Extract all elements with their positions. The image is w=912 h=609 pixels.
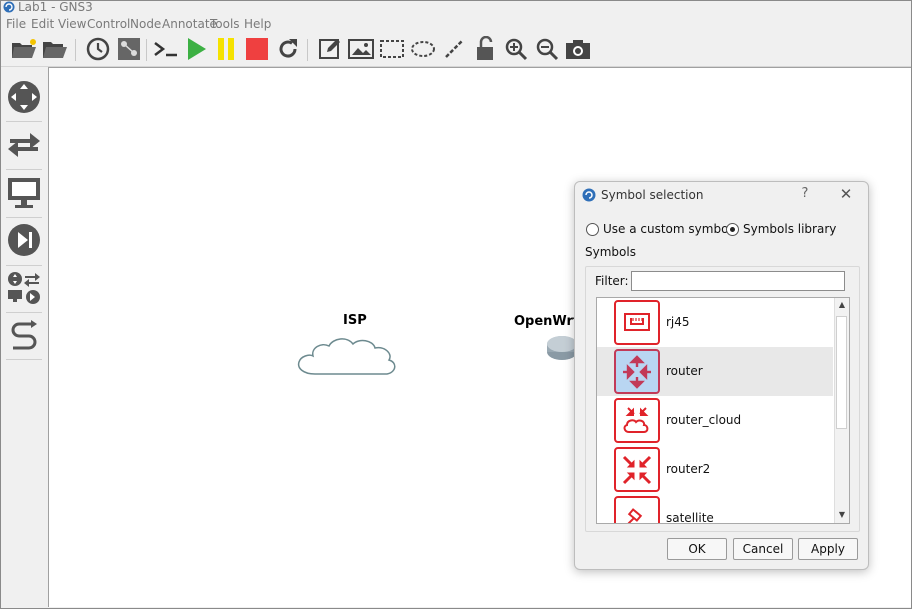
lock-icon[interactable] (471, 35, 499, 63)
radio-symbols-library[interactable] (726, 223, 739, 236)
radio-custom-symbol[interactable] (586, 223, 599, 236)
menu-help[interactable]: Help (244, 16, 271, 32)
menu-tools[interactable]: Tools (210, 16, 240, 32)
filter-input[interactable] (631, 271, 845, 291)
menu-annotate[interactable]: Annotate (162, 16, 217, 32)
list-item[interactable]: router2 (597, 445, 833, 494)
gns3-app-icon (582, 188, 596, 202)
satellite-icon (614, 496, 660, 523)
menu-control[interactable]: Control (87, 16, 130, 32)
menu-file[interactable]: File (6, 16, 26, 32)
router2-icon (614, 447, 660, 492)
gns3-app-icon (3, 1, 15, 13)
stop-icon[interactable] (243, 35, 271, 63)
list-item[interactable]: satellite (597, 494, 833, 524)
insert-image-icon[interactable] (347, 35, 375, 63)
symbol-name: router_cloud (666, 413, 742, 427)
open-project-icon[interactable] (10, 35, 38, 63)
list-item[interactable]: router (597, 347, 833, 396)
screenshot-icon[interactable] (564, 35, 592, 63)
menu-bar: File Edit View Control Node Annotate Too… (0, 15, 912, 33)
dialog-close-button[interactable]: ✕ (837, 185, 855, 203)
symbol-selection-dialog: Symbol selection ? ✕ Use a custom symbol… (574, 181, 869, 570)
end-devices-icon[interactable] (4, 172, 44, 214)
add-note-icon[interactable] (316, 35, 344, 63)
symbols-group-label: Symbols (585, 245, 636, 259)
node-label-isp[interactable]: ISP (343, 313, 367, 328)
symbol-name: rj45 (666, 315, 690, 329)
router-symbol-icon (614, 349, 660, 394)
main-toolbar (0, 33, 912, 67)
routers-icon[interactable] (4, 76, 44, 118)
dialog-titlebar: Symbol selection ? ✕ (575, 182, 868, 210)
open-folder-icon[interactable] (41, 35, 69, 63)
list-scrollbar[interactable]: ▲ ▼ (834, 298, 849, 523)
router-cloud-icon (614, 398, 660, 443)
scroll-up-icon[interactable]: ▲ (837, 300, 847, 310)
list-item[interactable]: router_cloud (597, 396, 833, 445)
rj45-icon (614, 300, 660, 345)
zoom-in-icon[interactable] (502, 35, 530, 63)
filter-label: Filter: (595, 274, 629, 288)
menu-node[interactable]: Node (130, 16, 161, 32)
apply-button[interactable]: Apply (798, 538, 858, 560)
symbols-list[interactable]: rj45 router router_cloud router2 satelli… (596, 297, 850, 524)
dialog-help-button[interactable]: ? (797, 186, 813, 201)
window-titlebar: Lab1 - GNS3 (0, 0, 912, 15)
window-title: Lab1 - GNS3 (18, 0, 93, 14)
scrollbar-thumb[interactable] (836, 316, 847, 429)
security-devices-icon[interactable] (4, 219, 44, 261)
device-dock (0, 67, 46, 607)
radio-custom-symbol-label[interactable]: Use a custom symbol (603, 222, 732, 236)
list-item[interactable]: rj45 (597, 298, 833, 347)
switches-icon[interactable] (4, 124, 44, 166)
draw-rectangle-icon[interactable] (378, 35, 406, 63)
ok-button[interactable]: OK (667, 538, 727, 560)
scroll-down-icon[interactable]: ▼ (837, 510, 847, 520)
dialog-title: Symbol selection (601, 188, 704, 202)
zoom-out-icon[interactable] (533, 35, 561, 63)
symbol-name: router2 (666, 462, 711, 476)
suspend-icon[interactable] (212, 35, 240, 63)
menu-view[interactable]: View (58, 16, 86, 32)
draw-line-icon[interactable] (440, 35, 468, 63)
symbol-name: satellite (666, 511, 714, 524)
menu-edit[interactable]: Edit (31, 16, 54, 32)
start-icon[interactable] (182, 35, 210, 63)
add-link-icon[interactable] (4, 315, 44, 357)
cancel-button[interactable]: Cancel (733, 538, 793, 560)
history-icon[interactable] (84, 35, 112, 63)
cloud-icon[interactable] (295, 330, 413, 382)
symbol-name: router (666, 364, 703, 378)
all-devices-icon[interactable] (4, 267, 44, 309)
console-icon[interactable] (152, 35, 180, 63)
reload-icon[interactable] (274, 35, 302, 63)
snapshot-icon[interactable] (115, 35, 143, 63)
radio-symbols-library-label[interactable]: Symbols library (743, 222, 836, 236)
draw-ellipse-icon[interactable] (409, 35, 437, 63)
